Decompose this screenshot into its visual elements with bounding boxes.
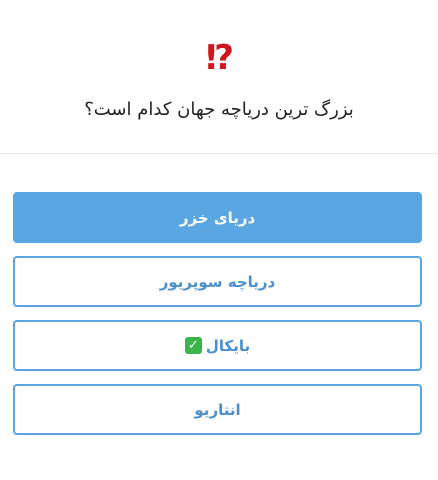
answer-option-caspian[interactable]: دریای خزر: [13, 192, 422, 243]
answer-option-superior[interactable]: دریاچه سوپریور: [13, 256, 422, 307]
exclamation-question-icon: ⁉: [205, 38, 234, 78]
answer-option-label: دریای خزر: [179, 208, 256, 227]
answer-option-baikal[interactable]: بایکال ✓: [13, 320, 422, 371]
answer-option-label: انتاریو: [194, 400, 241, 419]
answer-option-label: بایکال: [205, 336, 251, 355]
answer-option-label: دریاچه سوپریور: [159, 272, 276, 291]
answer-option-ontario[interactable]: انتاریو: [13, 384, 422, 435]
check-mark-icon: ✓: [184, 337, 202, 354]
question-header: ⁉ بزرگ ترین دریاچه جهان کدام است؟: [0, 0, 438, 154]
question-text: بزرگ ترین دریاچه جهان کدام است؟: [84, 99, 354, 120]
divider: [0, 153, 438, 154]
quiz-card: ⁉ بزرگ ترین دریاچه جهان کدام است؟ دریای …: [0, 0, 438, 480]
